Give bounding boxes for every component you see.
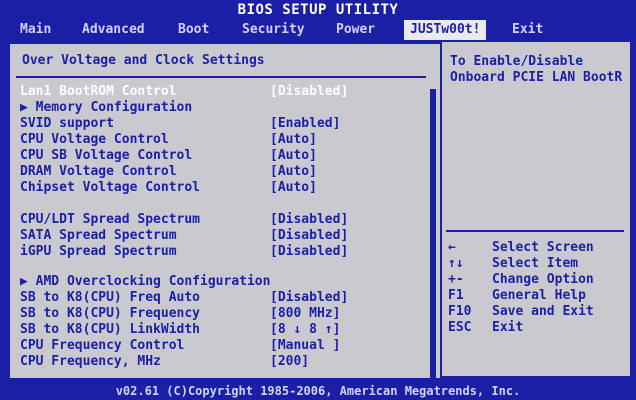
setting-label: SATA Spread Spectrum xyxy=(20,228,177,243)
setting-label: SB to K8(CPU) LinkWidth xyxy=(20,322,201,337)
setting-label: CPU Frequency, MHz xyxy=(20,354,161,369)
key-description: General Help xyxy=(492,288,586,303)
setting-label: SB to K8(CPU) Freq Auto xyxy=(20,290,201,305)
setting-value[interactable]: [Auto] xyxy=(270,180,317,196)
key-legend-row: F1 General Help xyxy=(448,288,630,304)
key-legend-row: ESC Exit xyxy=(448,320,630,336)
tab-main[interactable]: Main xyxy=(14,20,57,40)
section-divider xyxy=(16,76,426,78)
setting-value[interactable]: [Manual ] xyxy=(270,338,340,354)
setting-label: DRAM Voltage Control xyxy=(20,164,177,179)
key-description: Exit xyxy=(492,320,524,335)
key-left-arrow-icon: ← xyxy=(448,240,456,255)
key-f1: F1 xyxy=(448,288,464,303)
tab-exit[interactable]: Exit xyxy=(506,20,549,40)
settings-panel: Over Voltage and Clock Settings Lan1 Boo… xyxy=(8,42,442,399)
setting-value[interactable]: [Disabled] xyxy=(270,212,348,228)
setting-label: SVID support xyxy=(20,116,114,131)
key-description: Select Screen xyxy=(492,240,594,255)
tab-security[interactable]: Security xyxy=(236,20,311,40)
tab-advanced[interactable]: Advanced xyxy=(76,20,151,40)
setting-value[interactable]: [Auto] xyxy=(270,132,317,148)
help-panel: To Enable/Disable Onboard PCIE LAN BootR… xyxy=(440,42,630,376)
setting-value[interactable]: [Disabled] xyxy=(270,290,348,306)
setting-label: ▶ AMD Overclocking Configuration xyxy=(20,274,271,289)
setting-value[interactable]: [Disabled] xyxy=(270,244,348,260)
help-line-1: To Enable/Disable xyxy=(450,54,584,69)
key-description: Change Option xyxy=(492,272,594,287)
key-legend-row: F10 Save and Exit xyxy=(448,304,630,320)
setting-value[interactable]: [Auto] xyxy=(270,148,317,164)
tab-boot[interactable]: Boot xyxy=(172,20,215,40)
setting-value[interactable]: [8 ↓ 8 ↑] xyxy=(270,322,340,338)
setting-label: ▶ Memory Configuration xyxy=(20,100,193,115)
setting-label: SB to K8(CPU) Frequency xyxy=(20,306,201,321)
key-legend-row: +- Change Option xyxy=(448,272,630,288)
setting-label: CPU/LDT Spread Spectrum xyxy=(20,212,201,227)
tab-power[interactable]: Power xyxy=(330,20,381,40)
key-description: Save and Exit xyxy=(492,304,594,319)
help-divider xyxy=(446,230,624,232)
section-title: Over Voltage and Clock Settings xyxy=(22,53,265,68)
copyright-footer: v02.61 (C)Copyright 1985-2006, American … xyxy=(115,384,521,398)
key-legend-row: ← Select Screen xyxy=(448,240,630,256)
key-plus-minus: +- xyxy=(448,272,464,287)
help-line-2: Onboard PCIE LAN BootR xyxy=(450,70,623,85)
key-esc: ESC xyxy=(448,320,472,335)
setting-label: CPU Voltage Control xyxy=(20,132,169,147)
help-text: To Enable/Disable Onboard PCIE LAN BootR xyxy=(450,54,632,86)
setting-value[interactable]: [800 MHz] xyxy=(270,306,340,322)
key-legend-row: ↑↓ Select Item xyxy=(448,256,630,272)
setting-value[interactable]: [Auto] xyxy=(270,164,317,180)
vertical-scrollbar[interactable] xyxy=(430,89,436,399)
setting-value[interactable]: [200] xyxy=(270,354,309,370)
setting-label: CPU Frequency Control xyxy=(20,338,185,353)
menu-bar: Main Advanced Boot Security Power JUSTw0… xyxy=(0,20,636,40)
setting-label: iGPU Spread Spectrum xyxy=(20,244,177,259)
setting-value[interactable]: [Disabled] xyxy=(270,228,348,244)
key-description: Select Item xyxy=(492,256,579,271)
setting-value[interactable]: [Disabled] xyxy=(270,84,348,100)
key-f10: F10 xyxy=(448,304,472,319)
setting-label: Chipset Voltage Control xyxy=(20,180,201,195)
setting-label: CPU SB Voltage Control xyxy=(20,148,193,163)
tab-justw00t[interactable]: JUSTw00t! xyxy=(404,20,487,40)
setting-value[interactable]: [Enabled] xyxy=(270,116,340,132)
bios-title: BIOS SETUP UTILITY xyxy=(237,2,399,18)
key-up-down-arrows-icon: ↑↓ xyxy=(448,256,464,271)
setting-label: Lan1 BootROM Control xyxy=(20,84,177,99)
key-legend: ← Select Screen ↑↓ Select Item +- Change… xyxy=(448,240,630,336)
